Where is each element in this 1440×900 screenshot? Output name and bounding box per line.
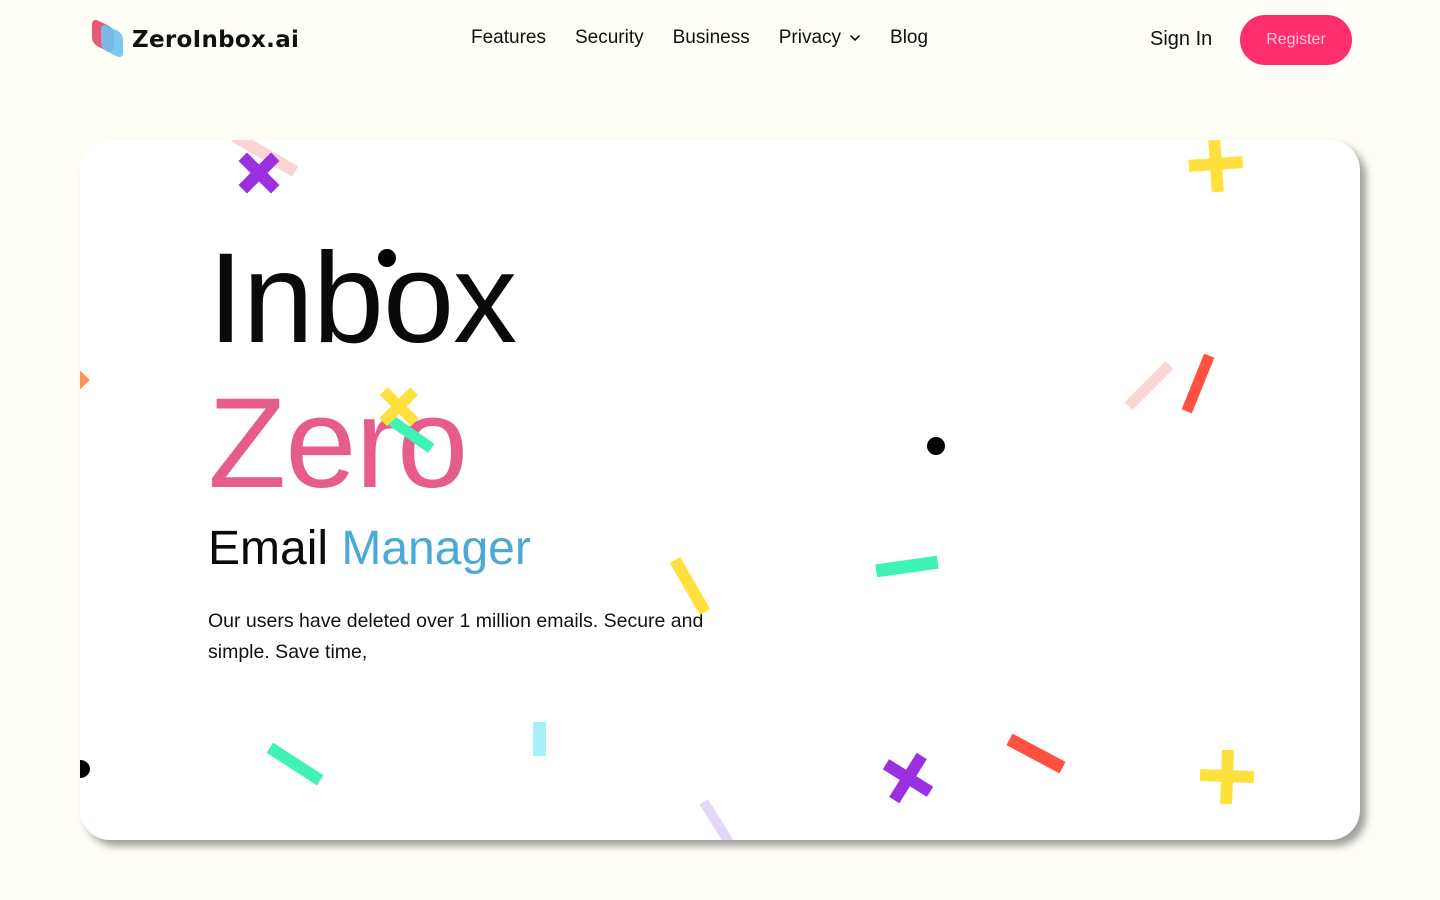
hero-description: Our users have deleted over 1 million em… [208,610,704,663]
sign-in-link[interactable]: Sign In [1150,28,1212,51]
confetti-orange-triangle [80,365,90,395]
confetti-purple-x [882,752,934,804]
confetti-green-bar [266,742,324,786]
layered-envelope-logo-icon [92,17,126,60]
confetti-black-dot [80,760,90,778]
subtitle-email: Email [208,522,329,575]
hero-subtitle: Email Manager [208,525,531,573]
confetti-black-dot [927,437,945,455]
chevron-down-icon [850,35,860,41]
confetti-lavender-bar [699,799,735,840]
confetti-red-bar [1181,353,1215,414]
confetti-cyan-bar [533,722,546,756]
brand-name: ZeroInbox.ai [132,27,300,53]
register-button[interactable]: Register [1240,15,1352,65]
confetti-purple-x [238,152,280,194]
brand-logo[interactable]: ZeroInbox.ai [92,17,300,60]
nav-item-security[interactable]: Security [575,27,644,49]
nav-item-features[interactable]: Features [471,27,546,49]
confetti-red-bar [1006,733,1066,774]
confetti-yellow-x [379,387,419,427]
hero-title-inbox: Inbox [208,227,517,370]
site-header: ZeroInbox.ai Features Security Business … [0,0,1440,80]
main-nav: Features Security Business Privacy Blog [471,27,957,49]
confetti-yellow-plus [1199,749,1255,805]
confetti-yellow-plus [1188,140,1244,193]
hero-card: Inbox Zero Email Manager Our users have … [80,140,1360,840]
nav-item-privacy[interactable]: Privacy [779,27,861,49]
confetti-light-pink-bar [1124,361,1174,410]
subtitle-manager: Manager [341,522,531,575]
confetti-green-bar [875,555,939,578]
nav-item-business[interactable]: Business [673,27,750,49]
nav-item-blog[interactable]: Blog [890,27,928,49]
nav-item-privacy-label: Privacy [778,27,842,48]
